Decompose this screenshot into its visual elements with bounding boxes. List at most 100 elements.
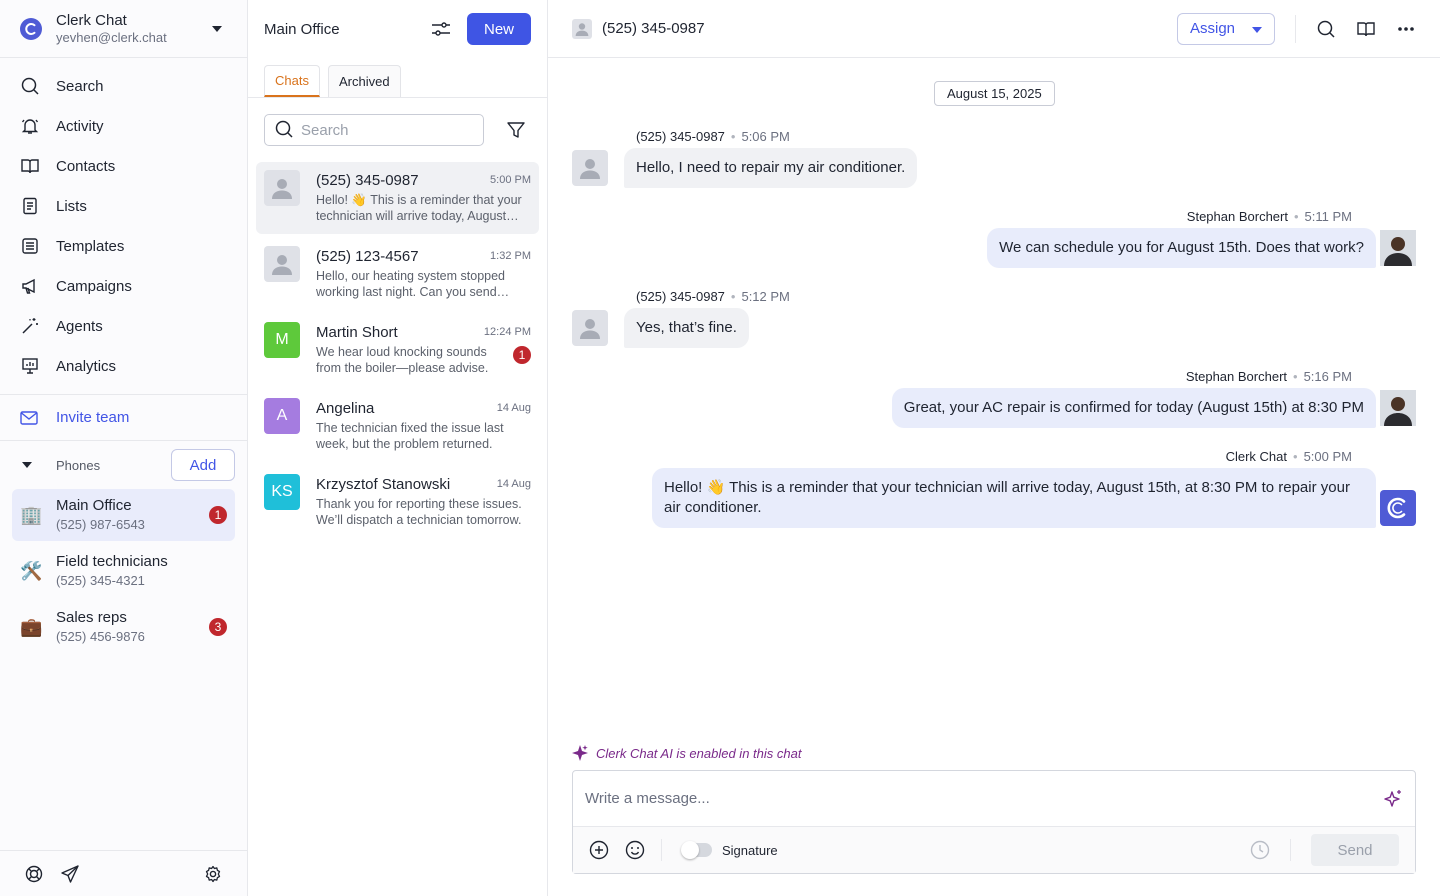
- message-time: 5:11 PM: [1304, 209, 1352, 224]
- chat-time: 12:24 PM: [483, 326, 531, 338]
- message-time: 5:16 PM: [1303, 369, 1352, 384]
- nav-item-search[interactable]: Search: [0, 66, 247, 106]
- chat-name: Martin Short: [316, 323, 398, 341]
- tab-archived[interactable]: Archived: [327, 65, 401, 97]
- filter-funnel-icon[interactable]: [506, 120, 526, 140]
- chat-preview: The technician fixed the issue last week…: [316, 421, 504, 451]
- nav-label: Activity: [56, 117, 104, 135]
- nav-label: Campaigns: [56, 277, 132, 295]
- book-icon[interactable]: [1356, 19, 1376, 39]
- nav-item-agents[interactable]: Agents: [0, 306, 247, 346]
- search-box: [264, 114, 484, 146]
- nav-item-contacts[interactable]: Contacts: [0, 146, 247, 186]
- new-chat-button[interactable]: New: [467, 13, 531, 45]
- search-icon: [275, 120, 293, 141]
- message-time: 5:12 PM: [741, 289, 790, 304]
- message-bubble-incoming: Hello, I need to repair my air condition…: [624, 148, 918, 188]
- collapse-triangle-icon[interactable]: [22, 462, 36, 468]
- chat-preview: We hear loud knocking sounds from the bo…: [316, 345, 489, 375]
- send-button[interactable]: Send: [1311, 834, 1399, 866]
- phone-item-main-office[interactable]: 🏢 Main Office (525) 987-6543 1: [12, 489, 235, 541]
- date-separator: August 15, 2025: [934, 81, 1055, 106]
- chat-time: 14 Aug: [496, 402, 531, 414]
- signature-toggle[interactable]: [681, 841, 712, 859]
- divider: [1295, 14, 1296, 43]
- chat-list-item[interactable]: KS Krzysztof Stanowski 14 Aug Thank you f…: [256, 466, 539, 538]
- chat-preview: Hello! 👋 This is a reminder that your te…: [316, 193, 522, 223]
- invite-team-link[interactable]: Invite team: [0, 395, 247, 441]
- more-options-icon[interactable]: [1396, 19, 1416, 39]
- search-icon[interactable]: [1316, 19, 1336, 39]
- chat-time: 1:32 PM: [490, 250, 531, 262]
- avatar: KS: [264, 474, 300, 510]
- send-feedback-icon[interactable]: [60, 864, 80, 884]
- ai-note-text: Clerk Chat AI is enabled in this chat: [596, 745, 802, 761]
- sliders-icon[interactable]: [431, 19, 451, 39]
- bell-icon: [20, 116, 40, 136]
- chat-name: Angelina: [316, 399, 375, 417]
- chat-name: (525) 345-0987: [316, 171, 419, 189]
- search-input[interactable]: [301, 121, 471, 139]
- chat-name: (525) 123-4567: [316, 247, 419, 265]
- caret-down-icon: [1252, 20, 1262, 37]
- help-lifebuoy-icon[interactable]: [24, 864, 44, 884]
- phone-item-field-technicians[interactable]: 🛠️ Field technicians (525) 345-4321: [12, 545, 235, 597]
- composer-input-row: [573, 771, 1415, 827]
- presentation-icon: [20, 356, 40, 376]
- phone-number: (525) 456-9876: [56, 629, 145, 644]
- sidebar-footer: [0, 850, 247, 896]
- emoji-smiley-icon[interactable]: [625, 840, 645, 860]
- divider: [1290, 839, 1291, 861]
- tab-chats[interactable]: Chats: [264, 65, 320, 97]
- signature-label: Signature: [722, 842, 778, 858]
- nav-label: Contacts: [56, 157, 116, 175]
- phone-item-sales-reps[interactable]: 💼 Sales reps (525) 456-9876 3: [12, 601, 235, 653]
- nav-label: Agents: [56, 317, 103, 335]
- nav-item-templates[interactable]: Templates: [0, 226, 247, 266]
- clerk-logo-icon: [1380, 490, 1416, 526]
- contact-avatar: [572, 18, 592, 39]
- nav-item-lists[interactable]: Lists: [0, 186, 247, 226]
- message-sender: (525) 345-0987: [636, 129, 725, 144]
- nav-item-analytics[interactable]: Analytics: [0, 346, 247, 386]
- divider: [661, 839, 662, 861]
- search-icon: [20, 76, 40, 96]
- chat-name: Krzysztof Stanowski: [316, 475, 451, 493]
- nav-item-campaigns[interactable]: Campaigns: [0, 266, 247, 306]
- clerk-logo-icon: [20, 17, 42, 40]
- chat-list-item[interactable]: (525) 123-4567 1:32 PM Hello, our heating…: [256, 238, 539, 310]
- message-sender: Stephan Borchert: [1185, 369, 1288, 384]
- chat-list-item[interactable]: A Angelina 14 Aug The technician fixed th…: [256, 390, 539, 462]
- add-phone-button[interactable]: Add: [171, 449, 235, 481]
- message-meta: Stephan Borchert • 5:16 PM: [1185, 369, 1352, 384]
- workspace-name: Clerk Chat: [56, 11, 127, 29]
- contact-avatar: [572, 310, 608, 346]
- chat-list-item[interactable]: (525) 345-0987 5:00 PM Hello! 👋 This is a…: [256, 162, 539, 234]
- message-bubble-outgoing: We can schedule you for August 15th. Doe…: [987, 228, 1376, 268]
- briefcase-icon: 💼: [20, 616, 43, 637]
- add-attachment-icon[interactable]: [589, 840, 609, 860]
- phone-number: (525) 987-6543: [56, 517, 145, 532]
- nav-item-activity[interactable]: Activity: [0, 106, 247, 146]
- chat-list-panel: Main Office New Chats Archived (525) 345…: [248, 0, 548, 896]
- workspace-switcher[interactable]: Clerk Chat yevhen@clerk.chat: [0, 0, 247, 58]
- chat-time: 14 Aug: [496, 478, 531, 490]
- agent-avatar: [1380, 390, 1416, 426]
- message-sender: Clerk Chat: [1225, 449, 1288, 464]
- chat-list-header: Main Office New: [248, 0, 547, 58]
- message-input[interactable]: [585, 790, 1383, 807]
- composer-toolbar: Signature Send: [573, 827, 1415, 873]
- user-email: yevhen@clerk.chat: [56, 29, 167, 45]
- caret-down-icon[interactable]: [207, 19, 227, 39]
- chat-time: 5:00 PM: [490, 174, 531, 186]
- invite-team-label: Invite team: [56, 409, 130, 426]
- ai-sparkle-icon[interactable]: [1383, 789, 1403, 809]
- phones-label: Phones: [56, 457, 101, 473]
- settings-gear-icon[interactable]: [203, 864, 223, 884]
- message-meta: Stephan Borchert • 5:11 PM: [1186, 209, 1352, 224]
- assign-button[interactable]: Assign: [1177, 12, 1275, 45]
- nav-label: Lists: [56, 197, 87, 215]
- template-icon: [20, 236, 40, 256]
- schedule-clock-icon[interactable]: [1250, 840, 1270, 860]
- chat-list-item[interactable]: M Martin Short 12:24 PM We hear loud knoc…: [256, 314, 539, 386]
